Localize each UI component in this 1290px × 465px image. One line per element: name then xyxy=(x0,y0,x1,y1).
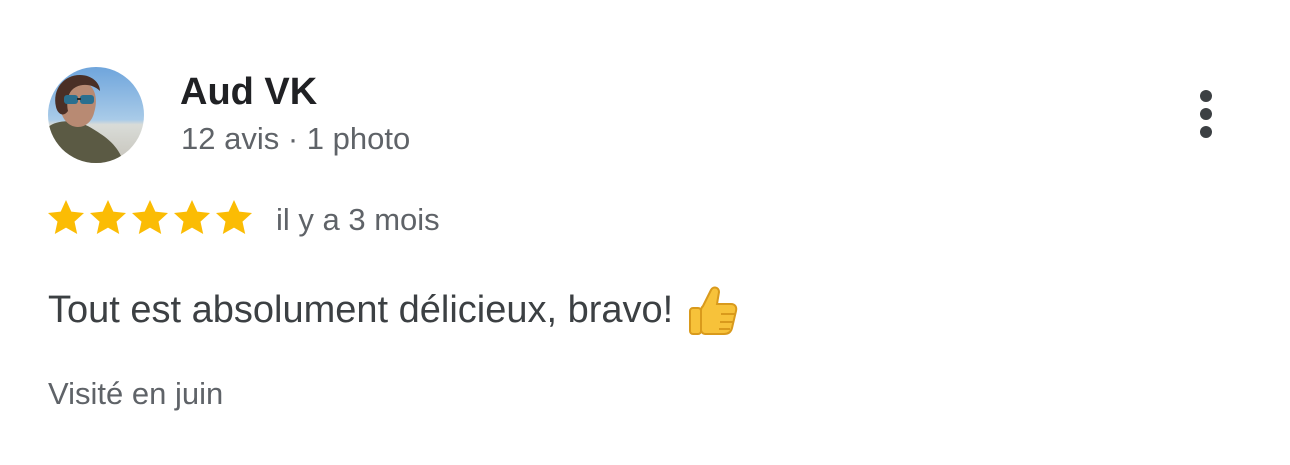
thumbs-up-icon xyxy=(689,286,738,335)
avatar[interactable] xyxy=(48,67,144,163)
review-body: Tout est absolument délicieux, bravo! xyxy=(48,282,741,338)
review-text: Tout est absolument délicieux, bravo! xyxy=(48,289,674,331)
star-icon xyxy=(132,200,168,234)
star-icon xyxy=(216,200,252,234)
more-vert-icon-dot xyxy=(1200,126,1212,138)
author-review-count: 12 avis · 1 photo xyxy=(181,121,411,156)
more-options-button[interactable] xyxy=(1186,84,1226,144)
star-icon xyxy=(48,200,84,234)
avatar-photo xyxy=(48,67,144,163)
visit-info: Visité en juin xyxy=(48,376,224,411)
star-icon xyxy=(174,200,210,234)
star-icon xyxy=(90,200,126,234)
more-vert-icon-dot xyxy=(1200,108,1212,120)
review-date: il y a 3 mois xyxy=(276,202,440,237)
author-name[interactable]: Aud VK xyxy=(180,70,317,114)
review-card: Aud VK 12 avis · 1 photo il y a 3 mois T… xyxy=(0,0,1290,465)
more-vert-icon xyxy=(1200,90,1212,102)
star-rating xyxy=(46,198,254,238)
